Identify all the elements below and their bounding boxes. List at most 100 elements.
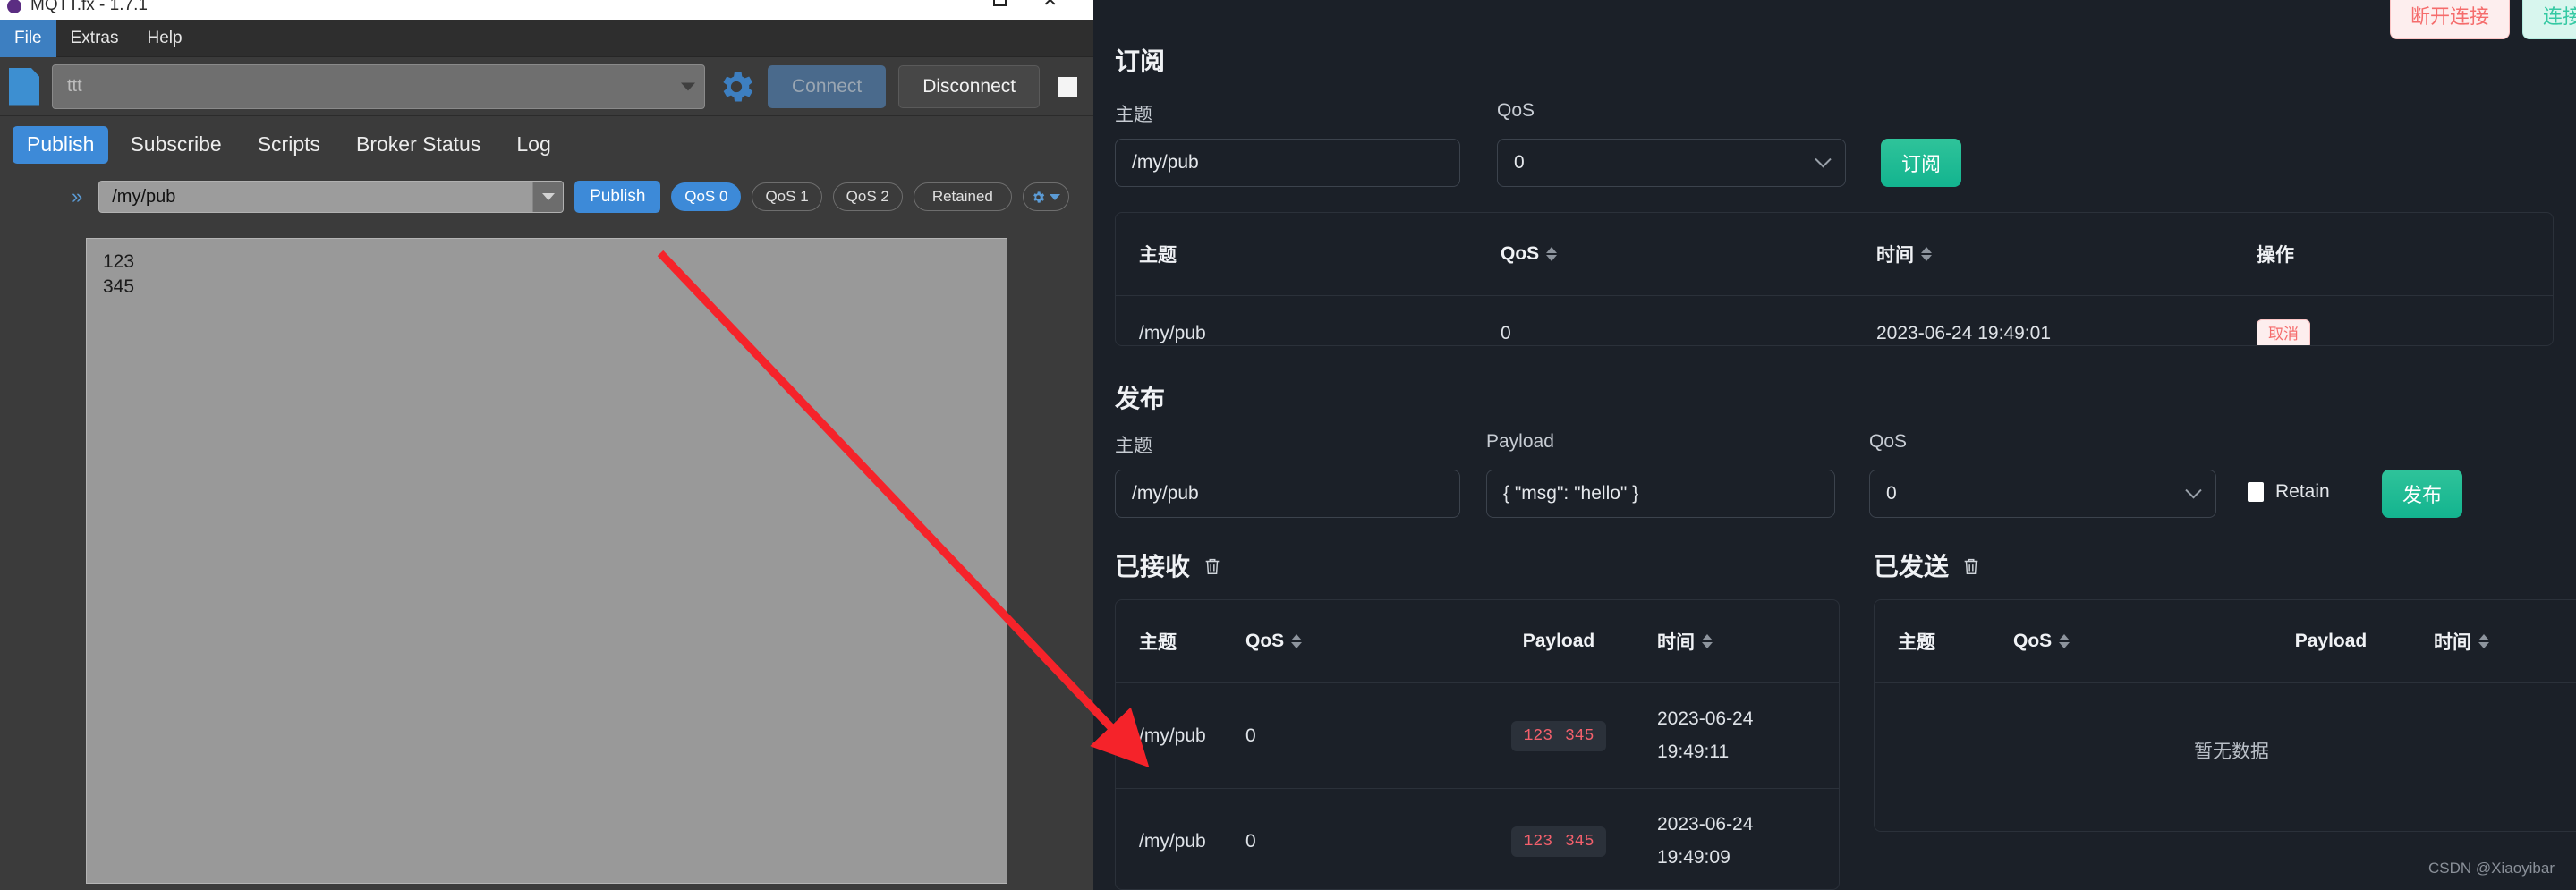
publish-options-icon[interactable] <box>1022 182 1069 211</box>
table-row[interactable]: /my/pub 0 123 345 2023-06-24 19:49:11 <box>1116 682 1839 788</box>
tab-subscribe[interactable]: Subscribe <box>115 126 235 163</box>
disconnect-button[interactable]: Disconnect <box>898 64 1041 108</box>
sort-icon[interactable] <box>1291 634 1303 648</box>
unsubscribe-button[interactable]: 取消 <box>2257 318 2310 345</box>
th-action: 操作 <box>2257 245 2294 266</box>
sort-icon[interactable] <box>2478 634 2489 648</box>
th-time[interactable]: 时间 <box>1657 628 1839 655</box>
menu-item-extras[interactable]: Extras <box>56 21 133 55</box>
window-controls: ✕ <box>993 0 1093 11</box>
payload-editor[interactable]: 123 345 <box>86 238 1007 884</box>
cell-topic: /my/pub <box>1139 322 1206 343</box>
payload-part: 123 <box>1523 726 1552 745</box>
connect-button[interactable]: Connect <box>768 64 887 108</box>
cell-qos: 0 <box>1501 322 1511 343</box>
th-qos-label: QoS <box>2013 631 2053 651</box>
sort-icon[interactable] <box>1702 634 1713 648</box>
publish-qos-value: 0 <box>1886 483 1897 504</box>
maximize-icon[interactable] <box>993 0 1007 10</box>
th-time[interactable]: 时间 <box>2434 628 2576 655</box>
publish-topic-input[interactable]: /my/pub <box>1115 470 1460 518</box>
table-row[interactable]: /my/pub 0 2023-06-24 19:49:01 取消 <box>1116 295 2553 345</box>
menu-item-help[interactable]: Help <box>132 21 196 55</box>
th-topic: 主题 <box>1139 632 1177 653</box>
screenshot-root: MQTT.fx - 1.7.1 ✕ File Extras Help ttt C… <box>0 0 2576 890</box>
menu-item-file[interactable]: File <box>0 19 56 57</box>
sort-icon[interactable] <box>2059 634 2070 648</box>
cell-qos: 0 <box>1245 830 1256 852</box>
payload-part: 345 <box>1565 832 1594 851</box>
new-profile-icon[interactable] <box>9 67 39 106</box>
table-row[interactable]: /my/pub 0 123 345 2023-06-24 19:49:09 <box>1116 788 1839 889</box>
subscribe-submit-button[interactable]: 订阅 <box>1881 139 1961 187</box>
subscribe-qos-value: 0 <box>1514 152 1525 173</box>
table-header-row: 主题 QoS 时间 操作 <box>1116 213 2553 295</box>
th-time-label: 时间 <box>2434 632 2471 653</box>
cell-clock: 19:49:11 <box>1657 741 1730 762</box>
subscribe-qos-label: QoS <box>1497 100 1535 121</box>
editor-line: 123 <box>103 251 135 272</box>
chevron-down-icon <box>681 82 695 90</box>
editor-left-strip <box>0 220 72 890</box>
qos0-toggle[interactable]: QoS 0 <box>671 182 742 211</box>
cell-date: 2023-06-24 <box>1657 813 1754 835</box>
menubar: File Extras Help <box>0 19 1093 57</box>
publish-payload-value: { "msg": "hello" } <box>1503 483 1639 504</box>
retain-checkbox-group[interactable]: Retain <box>2248 481 2330 503</box>
subscribe-topic-input[interactable]: /my/pub <box>1115 139 1460 187</box>
th-qos-label: QoS <box>1245 631 1285 651</box>
subscribe-qos-select[interactable]: 0 <box>1497 139 1846 187</box>
qos2-toggle[interactable]: QoS 2 <box>832 182 903 211</box>
mqtt-web-panel: 断开连接 连接 订阅 主题 QoS /my/pub 0 订阅 主题 QoS 时间 <box>1093 0 2576 890</box>
publish-payload-input[interactable]: { "msg": "hello" } <box>1486 470 1835 518</box>
qos1-toggle[interactable]: QoS 1 <box>752 182 822 211</box>
cell-date: 2023-06-24 <box>1657 708 1754 729</box>
th-qos[interactable]: QoS <box>2013 631 2228 652</box>
cell-clock: 19:49:09 <box>1657 846 1730 868</box>
payload-part: 123 <box>1523 832 1552 851</box>
publish-topic-value: /my/pub <box>1132 483 1199 504</box>
connection-toolbar: ttt Connect Disconnect <box>0 57 1093 116</box>
th-time-label: 时间 <box>1876 245 1914 266</box>
window-title: MQTT.fx - 1.7.1 <box>30 0 148 14</box>
publish-topic-input[interactable]: /my/pub <box>98 181 565 213</box>
publish-qos-select[interactable]: 0 <box>1869 470 2216 518</box>
cell-time: 2023-06-24 19:49:01 <box>1876 322 2051 343</box>
watermark: CSDN @Xiaoyibar <box>2427 860 2555 877</box>
payload-chip: 123 345 <box>1510 826 1607 857</box>
th-topic: 主题 <box>1898 632 1935 653</box>
connection-profile-select[interactable]: ttt <box>52 64 705 109</box>
tab-log[interactable]: Log <box>502 126 565 163</box>
retain-checkbox[interactable] <box>2248 482 2264 502</box>
gear-icon[interactable] <box>716 66 757 107</box>
close-icon[interactable]: ✕ <box>1042 0 1058 10</box>
th-time[interactable]: 时间 <box>1876 241 2257 267</box>
publish-payload-label: Payload <box>1486 431 1554 452</box>
chevron-down-icon <box>1815 150 1832 167</box>
trash-icon[interactable] <box>1961 555 1981 576</box>
tab-broker-status[interactable]: Broker Status <box>342 126 495 163</box>
expander-icon[interactable]: » <box>72 185 82 208</box>
retained-toggle[interactable]: Retained <box>913 182 1012 211</box>
publish-submit-button[interactable]: 发布 <box>2382 470 2462 518</box>
sent-title: 已发送 <box>1874 553 1950 581</box>
sort-icon[interactable] <box>1921 247 1932 261</box>
sent-table: 主题 QoS Payload 时间 暂无数据 <box>1874 599 2576 832</box>
received-title: 已接收 <box>1115 553 1191 581</box>
th-payload: Payload <box>1522 631 1595 651</box>
th-qos[interactable]: QoS <box>1501 243 1876 265</box>
th-qos[interactable]: QoS <box>1245 631 1460 652</box>
publish-section-title: 发布 <box>1115 385 1166 412</box>
sort-icon[interactable] <box>1546 247 1558 261</box>
tab-scripts[interactable]: Scripts <box>243 126 335 163</box>
web-disconnect-button[interactable]: 断开连接 <box>2389 0 2510 39</box>
chevron-down-icon[interactable] <box>532 182 564 212</box>
publish-button[interactable]: Publish <box>574 181 661 213</box>
app-logo-icon <box>7 0 21 13</box>
web-connect-button[interactable]: 连接 <box>2521 0 2576 39</box>
cell-time: 2023-06-24 19:49:11 <box>1657 703 1839 769</box>
publish-topic-label: 主题 <box>1115 436 1152 456</box>
trash-icon[interactable] <box>1203 555 1222 576</box>
received-section-header: 已接收 <box>1115 547 1222 583</box>
tab-publish[interactable]: Publish <box>13 126 109 164</box>
